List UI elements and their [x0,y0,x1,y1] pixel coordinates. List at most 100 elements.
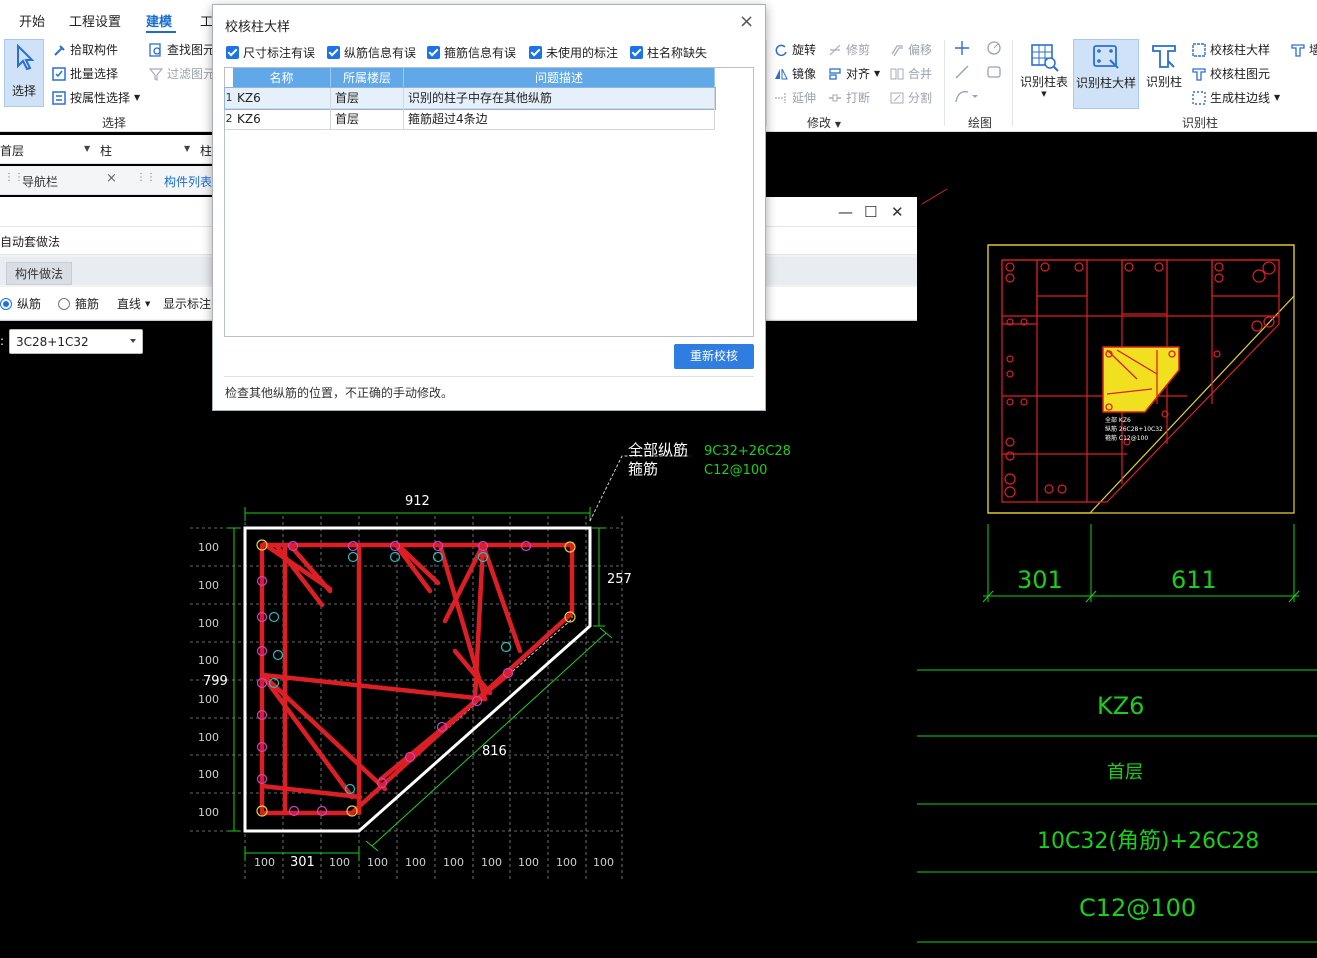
check-column-element-label: 校核柱图元 [1210,67,1271,81]
nav-tab[interactable]: 导航栏 [22,173,58,190]
recheck-button[interactable]: 重新校核 [674,344,754,369]
leader-label-longitudinal: 全部纵筋 [628,441,688,459]
offset-button[interactable]: 偏移 [890,41,932,58]
radio-selected-icon [0,297,12,310]
arc-tool-icon[interactable] [986,40,1002,59]
row-name: KZ6 [233,88,331,109]
grid-label: 100 [198,768,219,781]
type-select[interactable]: 柱 [100,142,112,159]
grid-label: 100 [518,856,539,869]
component-method-tab[interactable]: 构件做法 [6,262,73,285]
check-column-detail-label: 校核柱大样 [1210,43,1271,57]
menu-modeling[interactable]: 建模 [146,11,172,30]
checkbox-checked-icon [226,46,239,59]
merge-button[interactable]: 合并 [890,65,932,82]
radio-stirrup[interactable]: 箍筋 [58,295,99,312]
grid-label: 100 [556,856,577,869]
trim-label: 修剪 [846,43,871,57]
check-stirrup-error[interactable]: 箍筋信息有误 [427,44,516,61]
component-list-tab[interactable]: 构件列表 [164,173,212,190]
rotate-button[interactable]: 旋转 [774,41,816,58]
radio-longitudinal-label: 纵筋 [17,297,42,311]
offset-label: 偏移 [908,43,933,57]
table-row[interactable]: 1 KZ6 首层 识别的柱子中存在其他纵筋 [224,87,716,110]
ribbon-separator [766,40,767,126]
radio-longitudinal[interactable]: 纵筋 [0,295,41,312]
merge-label: 合并 [908,67,933,81]
drawing-fragment-lines [877,164,948,205]
curve-tool-icon[interactable] [954,88,978,107]
identify-column-table-button[interactable]: 识别柱表 ▼ [1018,39,1070,109]
cursor-arrow-icon [17,44,35,71]
row-index: 1 [225,88,233,109]
modify-group-label: 修改 ▼ [807,114,841,131]
check-column-element-button[interactable]: 校核柱图元 [1192,65,1270,82]
mirror-button[interactable]: 镜像 [774,65,816,82]
pick-member-button[interactable]: 拾取构件 [52,41,118,58]
generate-column-edge-button[interactable]: 生成柱边线 ▼ [1192,89,1280,106]
check-unused-annotation-label: 未使用的标注 [546,46,619,60]
select-by-attribute-button[interactable]: 按属性选择 ▼ [52,89,140,106]
show-annotation-button[interactable]: 显示标注 [163,295,211,312]
batch-select-button[interactable]: 批量选择 [52,65,118,82]
check-unused-annotation[interactable]: 未使用的标注 [529,44,618,61]
identify-column-button[interactable]: 识别柱 [1142,39,1186,109]
check-missing-name[interactable]: 柱名称缺失 [630,44,707,61]
rect-tool-icon[interactable] [986,64,1002,83]
minimize-icon[interactable]: — [838,203,853,221]
table-row[interactable]: 2 KZ6 首层 箍筋超过4条边 [225,109,715,130]
check-column-detail-button[interactable]: 校核柱大样 [1192,41,1270,58]
leader-value-longitudinal: 9C32+26C28 [704,444,791,459]
drag-handle-icon[interactable]: ⋮⋮ [4,172,24,183]
filter-element-button[interactable]: 过滤图元 [148,65,215,82]
align-button[interactable]: 对齐 ▼ [828,65,880,82]
point-tool-icon[interactable] [954,40,970,59]
close-icon[interactable]: × [739,13,754,31]
check-missing-name-label: 柱名称缺失 [647,46,708,60]
break-button[interactable]: 打断 [828,89,870,106]
column-detail-canvas[interactable]: 100 100 100 100 100 100 100 100 100 100 … [0,321,917,958]
select-button-label: 选择 [11,84,36,98]
maximize-icon[interactable]: ☐ [864,203,877,221]
split-label: 分割 [908,91,933,105]
identify-column-detail-button[interactable]: 识别柱大样 [1073,39,1139,109]
chevron-down-icon[interactable]: ▼ [184,144,190,153]
line-tool-icon[interactable] [954,64,970,83]
check-dimension-error[interactable]: 尺寸标注有误 [226,44,315,61]
filter-icon [148,67,164,81]
dim-top: 912 [405,494,430,509]
floor-select[interactable]: 首层 [0,142,24,159]
select-button[interactable]: 选择 [4,39,44,107]
menu-active-underline [146,31,176,33]
drawing-canvas[interactable]: 全部 KZ6 纵筋 26C28+10C32 箍筋 C12@100 301 611… [877,164,1317,958]
row-description: 识别的柱子中存在其他纵筋 [404,88,715,109]
type-select-2[interactable]: 柱 [200,142,212,159]
auto-method-label[interactable]: 自动套做法 [0,233,60,250]
break-icon [828,91,842,105]
check-longitudinal-error[interactable]: 纵筋信息有误 [327,44,416,61]
split-button[interactable]: 分割 [890,89,932,106]
close-icon[interactable]: × [106,171,117,186]
radio-stirrup-label: 箍筋 [75,297,100,311]
column-icon [1152,45,1176,68]
drag-handle-icon[interactable]: ⋮⋮ [136,172,156,183]
find-element-button[interactable]: 查找图元 [149,41,215,58]
extend-button[interactable]: 延伸 [774,89,816,106]
attribute-select-icon [52,90,66,105]
line-mode-select[interactable]: 直线 ▼ [117,295,150,312]
table-longitudinal: 10C32(角筋)+26C28 [1037,829,1259,854]
chevron-down-icon[interactable]: ▼ [84,144,90,153]
wall-partial-button[interactable]: 墙 [1291,41,1317,58]
menu-start[interactable]: 开始 [19,11,45,30]
check-column-detail-dialog: 校核柱大样 × 尺寸标注有误 纵筋信息有误 箍筋信息有误 未使用的标注 柱名称缺… [212,4,766,411]
trim-button[interactable]: 修剪 [828,41,870,58]
offset-icon [890,43,904,57]
row-floor: 首层 [331,88,404,109]
stirrup-lines[interactable] [259,541,575,816]
grid-label: 100 [198,617,219,630]
drawing-dim-left: 301 [1017,566,1063,594]
modify-group-label-text: 修改 [807,116,832,130]
close-icon[interactable]: ✕ [891,203,904,221]
trim-icon [828,43,842,57]
menu-project-settings[interactable]: 工程设置 [69,11,121,30]
